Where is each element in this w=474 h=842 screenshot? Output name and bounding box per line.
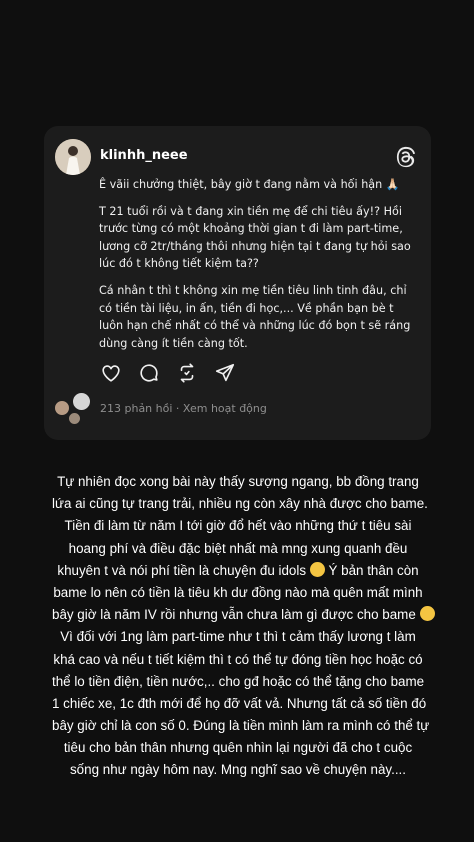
caption-line: Vì đối với 1ng làm part-time như t thì t… (60, 629, 416, 645)
post-meta: 213 phản hồi · Xem hoạt động (100, 402, 267, 415)
story-caption: Tự nhiên đọc xong bài này thấy sượng nga… (52, 471, 435, 782)
caption-line: tiêu cho bản thân nhưng quên nhìn lại ng… (63, 740, 413, 756)
post-paragraph: Ê vãii chưởng thiệt, bây giờ t đang nằm … (99, 178, 400, 191)
view-activity-link[interactable]: Xem hoạt động (183, 402, 267, 415)
caption-line: Tiền đi làm từ năm I tới giờ đổ hết vào … (64, 518, 412, 534)
post-body: Ê vãii chưởng thiệt, bây giờ t đang nằm … (99, 176, 421, 361)
caption-line: Tự nhiên đọc xong bài này thấy sượng nga… (57, 474, 419, 489)
caption-line: 1 chiếc xe, 1c đth mới để họ đỡ vất vả. … (52, 695, 427, 711)
worried-emoji-icon (309, 561, 325, 577)
caption-line: khá cao và nếu t tiết kiệm thì t có thể … (53, 651, 423, 667)
share-icon[interactable] (214, 362, 236, 384)
post-paragraph: T 21 tuổi rồi và t đang xin tiền mẹ để c… (99, 204, 411, 271)
threads-logo-icon (396, 146, 416, 168)
replies-count-link[interactable]: 213 phản hồi (100, 402, 172, 415)
comment-icon[interactable] (138, 362, 160, 384)
caption-line: khuyên t và nói phí tiền là chuyện đu id… (52, 560, 424, 582)
post-actions (100, 362, 236, 384)
caption-line: bây giờ chỉ là con số 0. Đúng là tiền mì… (52, 718, 430, 734)
reply-avatars (52, 392, 96, 426)
caption-line: lứa ai cũng tự trang trải, nhiều ng còn … (52, 496, 428, 512)
post-username[interactable]: klinhh_neee (100, 148, 188, 163)
caption-line: hoang phí và điều đặc biệt nhất mà mng x… (68, 540, 408, 556)
reply-avatar (54, 400, 70, 416)
caption-line: bây giờ là năm IV rồi nhưng vẫn chưa làm… (52, 604, 435, 626)
caption-line: bame lo nên có tiền là tiêu kh dư đồng n… (53, 584, 423, 600)
caption-line: sống như ngày hôm nay. Mng nghĩ sao về c… (69, 762, 406, 778)
caption-text: bây giờ là năm IV rồi nhưng vẫn chưa làm… (52, 607, 416, 623)
heart-icon[interactable] (100, 362, 122, 384)
profile-avatar[interactable] (55, 139, 91, 175)
threads-post-card[interactable]: klinhh_neee Ê vãii chưởng thiệt, bây giờ… (44, 126, 431, 440)
caption-line: thể lo tiền điện, tiền nước,.. cho gđ ho… (52, 673, 425, 689)
post-paragraph: Cá nhân t thì t không xin mẹ tiền tiêu l… (99, 283, 411, 350)
crying-emoji-icon (419, 606, 435, 622)
reply-avatar (68, 412, 81, 425)
reply-avatar (72, 392, 91, 411)
caption-text: Ý bản thân còn (328, 562, 419, 578)
caption-text: khuyên t và nói phí tiền là chuyện đu id… (57, 562, 307, 578)
repost-icon[interactable] (176, 362, 198, 384)
meta-separator: · (175, 402, 180, 415)
